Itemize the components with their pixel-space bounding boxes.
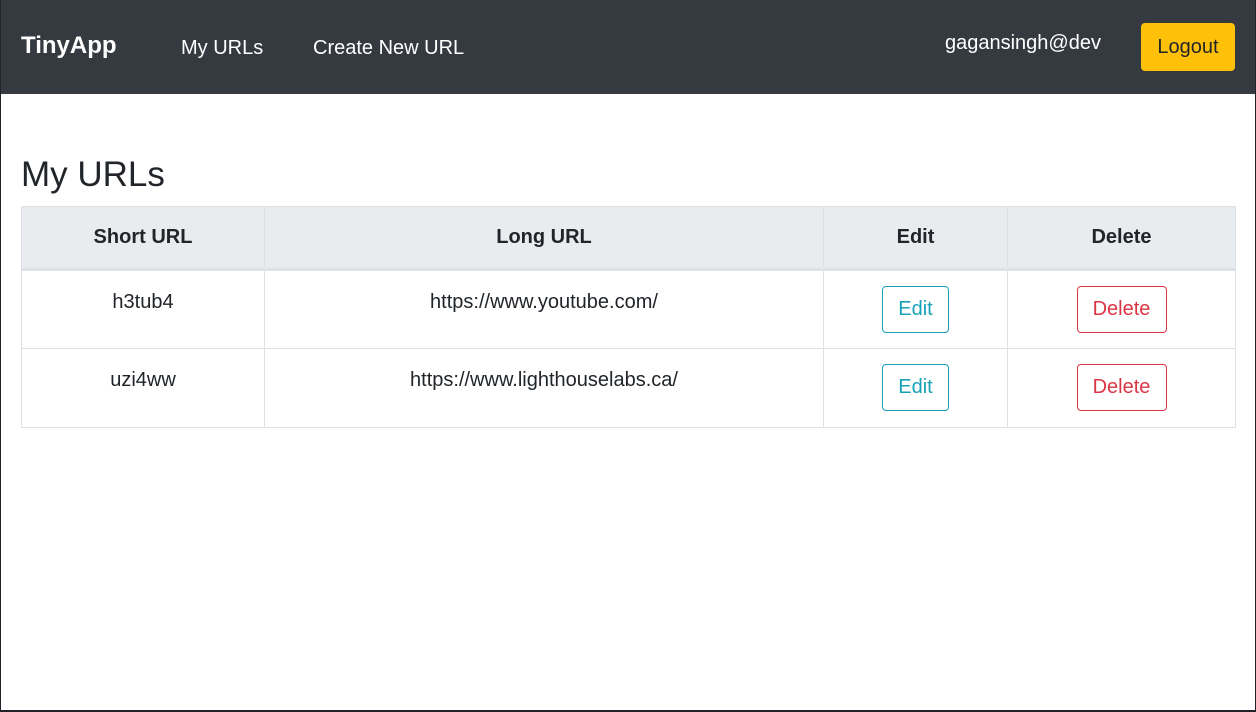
column-header-short-url: Short URL [21,206,265,271]
edit-cell: Edit [823,269,1008,349]
urls-table: Short URL Long URL Edit Delete h3tub4 ht… [21,206,1236,428]
long-url-cell: https://www.youtube.com/ [264,269,824,349]
column-header-edit: Edit [823,206,1008,271]
delete-button[interactable]: Delete [1076,286,1167,333]
short-url-text: uzi4ww [110,369,176,391]
delete-button[interactable]: Delete [1076,364,1167,411]
short-url-text: h3tub4 [112,291,174,313]
table-header: Short URL Long URL Edit Delete [21,206,1236,271]
column-header-delete: Delete [1007,206,1236,271]
short-url-cell: uzi4ww [21,348,265,428]
edit-button[interactable]: Edit [882,286,949,333]
nav-create-url-link[interactable]: Create New URL [313,36,464,60]
column-header-long-url: Long URL [264,206,824,271]
long-url-cell: https://www.lighthouselabs.ca/ [264,348,824,428]
delete-cell: Delete [1007,269,1236,349]
page-title: My URLs [21,155,165,194]
edit-cell: Edit [823,348,1008,428]
navbar: TinyApp My URLs Create New URL gagansing… [0,0,1256,94]
table-row: h3tub4 https://www.youtube.com/ Edit Del… [21,269,1236,349]
table-row: uzi4ww https://www.lighthouselabs.ca/ Ed… [21,348,1236,428]
nav-my-urls-link[interactable]: My URLs [181,36,263,60]
logout-button[interactable]: Logout [1141,23,1235,71]
short-url-cell: h3tub4 [21,269,265,349]
long-url-text: https://www.youtube.com/ [430,291,658,313]
username-label: gagansingh@dev [945,32,1101,54]
edit-button[interactable]: Edit [882,364,949,411]
long-url-text: https://www.lighthouselabs.ca/ [410,369,678,391]
brand-link[interactable]: TinyApp [21,32,117,60]
delete-cell: Delete [1007,348,1236,428]
